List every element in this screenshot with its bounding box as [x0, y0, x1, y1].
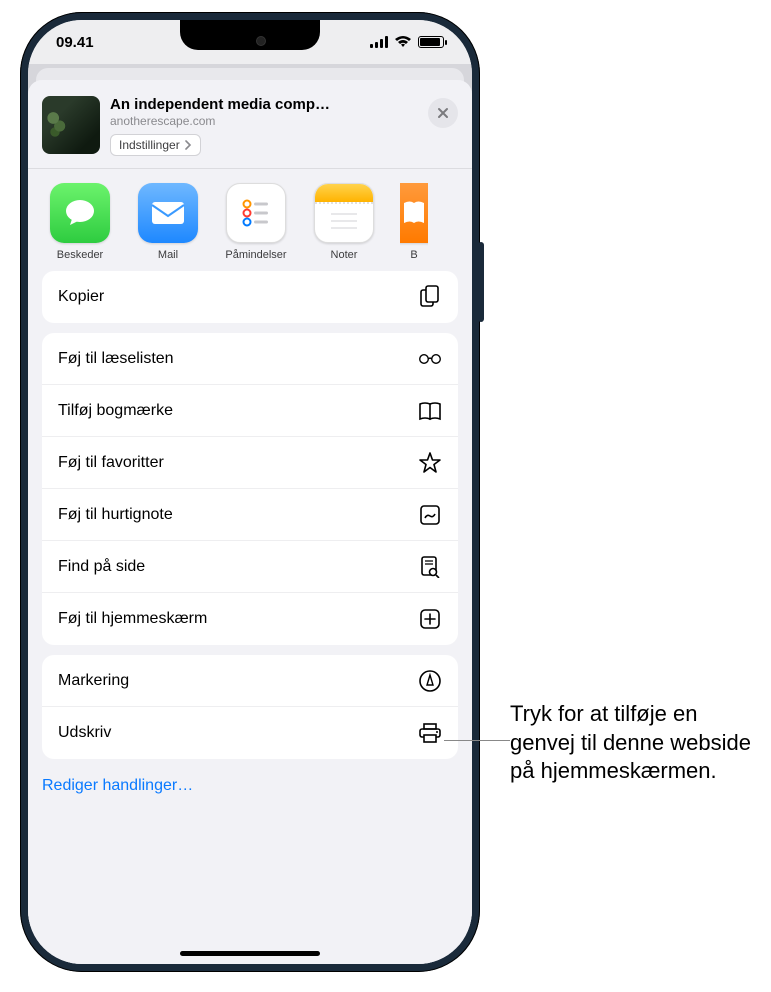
- options-button[interactable]: Indstillinger: [110, 134, 201, 156]
- action-print[interactable]: Udskriv: [42, 707, 458, 759]
- header-text: An independent media comp… anotherescape…: [110, 96, 418, 156]
- share-header: An independent media comp… anotherescape…: [28, 88, 472, 168]
- notes-icon: [314, 183, 374, 243]
- action-group-1: Kopier: [42, 271, 458, 323]
- copy-icon: [418, 285, 442, 309]
- app-label: Påmindelser: [225, 249, 286, 261]
- label: Find på side: [58, 558, 145, 576]
- action-copy[interactable]: Kopier: [42, 271, 458, 323]
- reminders-icon: [226, 183, 286, 243]
- battery-icon: [418, 36, 444, 48]
- phone-frame: 09.41 An independent media comp…: [20, 12, 480, 972]
- share-app-reminders[interactable]: Påmindelser: [224, 183, 288, 261]
- share-app-messages[interactable]: Beskeder: [48, 183, 112, 261]
- label: Markering: [58, 672, 129, 690]
- books-icon: [400, 183, 428, 243]
- app-label: Noter: [331, 249, 358, 261]
- options-label: Indstillinger: [119, 138, 180, 152]
- home-indicator[interactable]: [180, 951, 320, 956]
- quick-note-icon: [418, 505, 442, 525]
- print-icon: [418, 723, 442, 743]
- star-icon: [418, 452, 442, 474]
- action-group-2: Føj til læselisten Tilføj bogmærke Føj t…: [42, 333, 458, 645]
- label: Kopier: [58, 288, 104, 306]
- share-app-notes[interactable]: Noter: [312, 183, 376, 261]
- share-sheet: An independent media comp… anotherescape…: [28, 80, 472, 964]
- notch: [180, 20, 320, 50]
- side-button: [478, 242, 484, 322]
- app-label: B: [410, 249, 417, 261]
- book-icon: [418, 401, 442, 421]
- front-camera: [256, 36, 266, 46]
- label: Føj til hurtignote: [58, 506, 173, 524]
- markup-icon: [418, 670, 442, 692]
- find-icon: [418, 556, 442, 578]
- action-favorites[interactable]: Føj til favoritter: [42, 437, 458, 489]
- action-quick-note[interactable]: Føj til hurtignote: [42, 489, 458, 541]
- status-bar: 09.41: [28, 20, 472, 64]
- status-time: 09.41: [56, 34, 94, 51]
- close-icon: [437, 107, 449, 119]
- action-bookmark[interactable]: Tilføj bogmærke: [42, 385, 458, 437]
- label: Føj til læselisten: [58, 350, 174, 368]
- mail-icon: [138, 183, 198, 243]
- page-thumbnail: [42, 96, 100, 154]
- wifi-icon: [394, 36, 412, 48]
- action-markup[interactable]: Markering: [42, 655, 458, 707]
- action-group-3: Markering Udskriv: [42, 655, 458, 759]
- app-label: Mail: [158, 249, 178, 261]
- page-title: An independent media comp…: [110, 96, 418, 113]
- callout-text: Tryk for at tilføje en genvej til denne …: [510, 700, 760, 786]
- share-apps-row[interactable]: Beskeder Mail På: [28, 169, 472, 271]
- label: Udskriv: [58, 724, 111, 742]
- messages-icon: [50, 183, 110, 243]
- page-url: anotherescape.com: [110, 114, 418, 128]
- callout-leader-line: [444, 740, 510, 741]
- signal-icon: [370, 36, 388, 48]
- close-button[interactable]: [428, 98, 458, 128]
- add-home-icon: [418, 609, 442, 629]
- action-find[interactable]: Find på side: [42, 541, 458, 593]
- action-home-screen[interactable]: Føj til hjemmeskærm: [42, 593, 458, 645]
- share-app-partial[interactable]: B: [400, 183, 428, 261]
- glasses-icon: [418, 352, 442, 366]
- screen: 09.41 An independent media comp…: [28, 20, 472, 964]
- status-right: [370, 36, 444, 48]
- label: Føj til favoritter: [58, 454, 164, 472]
- action-groups: Kopier Føj til læselisten Tilfø: [28, 271, 472, 773]
- edit-actions-link[interactable]: Rediger handlinger…: [28, 773, 472, 807]
- action-reading-list[interactable]: Føj til læselisten: [42, 333, 458, 385]
- share-app-mail[interactable]: Mail: [136, 183, 200, 261]
- label: Føj til hjemmeskærm: [58, 610, 207, 628]
- chevron-right-icon: [184, 140, 192, 150]
- label: Tilføj bogmærke: [58, 402, 173, 420]
- app-label: Beskeder: [57, 249, 103, 261]
